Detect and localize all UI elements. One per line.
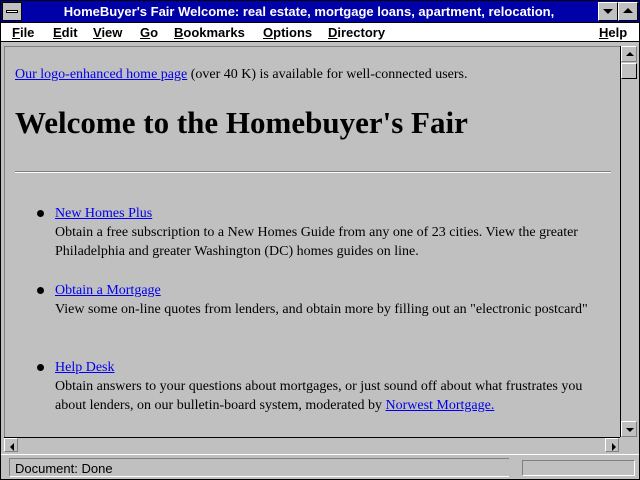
menu-help[interactable]: Help	[599, 24, 627, 41]
vertical-scroll-thumb[interactable]	[621, 63, 637, 79]
help-desk-link[interactable]: Help Desk	[55, 360, 115, 375]
menu-view[interactable]: View	[93, 24, 122, 41]
menu-go[interactable]: Go	[140, 24, 158, 41]
window-title: HomeBuyer's Fair Welcome: real estate, m…	[63, 4, 555, 19]
minimize-button[interactable]	[598, 2, 618, 21]
intro-line: Our logo-enhanced home page (over 40 K) …	[15, 67, 615, 83]
list-item: Help Desk Obtain answers to your questio…	[37, 358, 610, 415]
logo-home-page-link[interactable]: Our logo-enhanced home page	[15, 67, 187, 82]
scroll-down-button[interactable]	[621, 421, 637, 437]
menu-bar: File Edit View Go Bookmarks Options Dire…	[1, 23, 639, 42]
entry-description: Obtain answers to your questions about m…	[55, 379, 583, 413]
norwest-mortgage-link[interactable]: Norwest Mortgage.	[385, 398, 494, 413]
page-title: Welcome to the Homebuyer's Fair	[15, 105, 468, 140]
menu-file[interactable]: File	[12, 24, 34, 41]
obtain-mortgage-link[interactable]: Obtain a Mortgage	[55, 283, 161, 298]
entry-description: View some on-line quotes from lenders, a…	[55, 302, 588, 317]
title-bar[interactable]: HomeBuyer's Fair Welcome: real estate, m…	[1, 1, 639, 23]
status-bar: Document: Done	[1, 454, 639, 479]
menu-options[interactable]: Options	[263, 24, 312, 41]
intro-text: (over 40 K) is available for well-connec…	[187, 67, 468, 82]
scroll-up-button[interactable]	[621, 46, 637, 62]
page-content: Our logo-enhanced home page (over 40 K) …	[4, 46, 620, 437]
horizontal-scrollbar[interactable]	[4, 437, 620, 453]
system-menu-icon[interactable]	[2, 2, 22, 21]
list-item: Obtain a Mortgage View some on-line quot…	[37, 281, 610, 319]
scroll-left-button[interactable]	[4, 438, 18, 452]
menu-directory[interactable]: Directory	[328, 24, 385, 41]
scroll-right-button[interactable]	[605, 438, 619, 452]
maximize-button[interactable]	[618, 2, 638, 21]
maximize-icon	[623, 8, 633, 13]
bullet-icon	[37, 364, 44, 371]
list-item: New Homes Plus Obtain a free subscriptio…	[37, 204, 610, 261]
vertical-scrollbar[interactable]	[620, 46, 638, 438]
scroll-down-arrow-icon	[626, 428, 634, 432]
status-text: Document: Done	[9, 458, 509, 477]
scroll-left-arrow-icon	[10, 443, 14, 451]
entry-description: Obtain a free subscription to a New Home…	[55, 225, 578, 259]
bullet-icon	[37, 287, 44, 294]
scroll-right-arrow-icon	[612, 443, 616, 451]
scrollbar-corner	[620, 437, 638, 453]
progress-indicator	[522, 460, 635, 476]
bullet-icon	[37, 210, 44, 217]
minimize-icon	[603, 9, 613, 14]
menu-bookmarks[interactable]: Bookmarks	[174, 24, 245, 41]
horizontal-rule	[15, 171, 611, 173]
menu-edit[interactable]: Edit	[53, 24, 78, 41]
scroll-up-arrow-icon	[626, 52, 634, 56]
browser-window: HomeBuyer's Fair Welcome: real estate, m…	[0, 0, 640, 480]
new-homes-plus-link[interactable]: New Homes Plus	[55, 206, 152, 221]
